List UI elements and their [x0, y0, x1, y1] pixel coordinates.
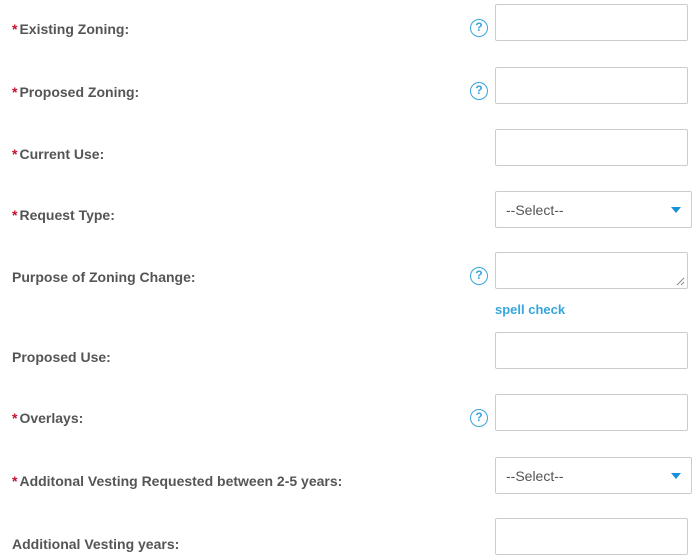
required-marker: * [12, 84, 18, 100]
required-marker: * [12, 473, 18, 489]
question-circle-icon[interactable]: ? [470, 409, 488, 427]
proposed-use-input[interactable] [495, 332, 688, 369]
additional-vesting-requested-select[interactable]: --Select-- [495, 457, 692, 494]
additional-vesting-years-input[interactable] [495, 518, 688, 555]
additional-vesting-requested-label: * Additonal Vesting Requested between 2-5… [12, 473, 343, 489]
required-marker: * [12, 21, 18, 37]
required-marker: * [12, 410, 18, 426]
request-type-label: * Request Type: [12, 207, 115, 223]
purpose-of-zoning-change-textarea[interactable] [495, 252, 688, 289]
request-type-selected-value: --Select-- [506, 202, 564, 218]
additional-vesting-years-label: Additional Vesting years: [12, 536, 180, 552]
current-use-input[interactable] [495, 129, 688, 166]
existing-zoning-input[interactable] [495, 4, 688, 41]
overlays-input[interactable] [495, 394, 688, 431]
proposed-zoning-label: * Proposed Zoning: [12, 84, 140, 100]
current-use-label: * Current Use: [12, 146, 105, 162]
proposed-use-label: Proposed Use: [12, 349, 111, 365]
request-type-select[interactable]: --Select-- [495, 191, 692, 228]
question-circle-icon[interactable]: ? [470, 19, 488, 37]
required-marker: * [12, 146, 18, 162]
spell-check-link[interactable]: spell check [495, 302, 565, 318]
resize-grip-icon[interactable] [675, 276, 685, 286]
question-circle-icon[interactable]: ? [470, 267, 488, 285]
caret-down-icon [671, 473, 681, 479]
overlays-label: * Overlays: [12, 410, 84, 426]
purpose-of-zoning-change-label: Purpose of Zoning Change: [12, 269, 196, 285]
proposed-zoning-input[interactable] [495, 67, 688, 104]
caret-down-icon [671, 207, 681, 213]
existing-zoning-label: * Existing Zoning: [12, 21, 130, 37]
required-marker: * [12, 207, 18, 223]
question-circle-icon[interactable]: ? [470, 82, 488, 100]
additional-vesting-selected-value: --Select-- [506, 468, 564, 484]
